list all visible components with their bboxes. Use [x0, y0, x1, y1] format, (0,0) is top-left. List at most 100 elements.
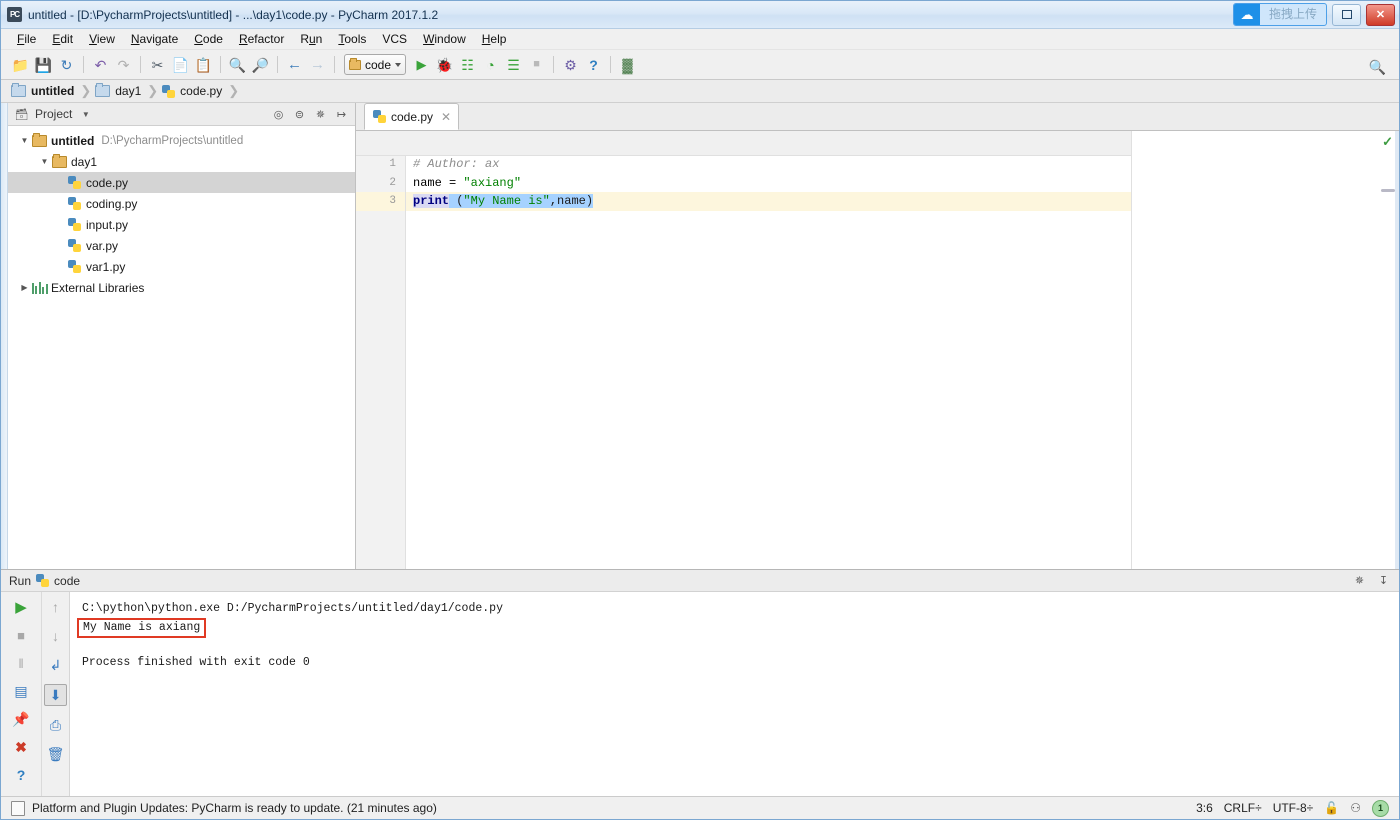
settings-icon[interactable]: ▓ — [616, 53, 639, 76]
tree-node-input-py[interactable]: input.py — [8, 214, 355, 235]
restore-icon — [1341, 10, 1352, 19]
sync-icon[interactable]: ↻ — [55, 53, 78, 76]
notification-count-badge[interactable]: 1 — [1372, 799, 1389, 817]
editor-scrollbar-thumb[interactable] — [1381, 189, 1395, 192]
run-config-label[interactable]: code — [54, 574, 80, 588]
tree-node-day1[interactable]: ▼ day1 — [8, 151, 355, 172]
close-button[interactable]: ✖ — [11, 737, 32, 757]
scroll-to-end-button[interactable]: ⬇ — [44, 684, 67, 706]
coverage-icon[interactable]: ☷ — [456, 53, 479, 76]
drag-upload-widget[interactable]: ☁ 拖拽上传 — [1232, 3, 1327, 26]
debug-icon[interactable]: 🐞 — [433, 53, 456, 76]
menu-navigate[interactable]: Navigate — [123, 30, 186, 48]
undo-icon[interactable]: ↶ — [89, 53, 112, 76]
project-tree[interactable]: ▼ untitled D:\PycharmProjects\untitled ▼… — [8, 126, 355, 569]
profile-icon[interactable]: ◔ — [479, 53, 502, 76]
tree-node-code-py[interactable]: code.py — [8, 172, 355, 193]
print-button[interactable]: ⎙ — [45, 715, 66, 735]
scroll-up-button[interactable]: ↑ — [45, 597, 66, 617]
tree-node-external-libraries[interactable]: ▶ External Libraries — [8, 277, 355, 298]
toolbar-separator — [83, 56, 84, 73]
twisty-icon[interactable]: ▼ — [38, 157, 51, 166]
collapse-all-icon[interactable]: ⊜ — [292, 107, 307, 122]
menu-tools[interactable]: Tools — [330, 30, 374, 48]
restore-window-button[interactable] — [1332, 3, 1361, 26]
breadcrumb-item-day1[interactable]: day1 — [95, 83, 147, 98]
menu-refactor[interactable]: Refactor — [231, 30, 292, 48]
hide-panel-icon[interactable]: ↧ — [1376, 573, 1391, 588]
rerun-button[interactable]: ▶ — [11, 597, 32, 617]
menu-window[interactable]: Window — [415, 30, 474, 48]
stop-icon[interactable]: ■ — [525, 53, 548, 76]
tab-code-py[interactable]: code.py ✕ — [364, 103, 460, 130]
help-icon[interactable]: ? — [582, 53, 605, 76]
toolbar-separator — [553, 56, 555, 73]
pycharm-app-icon: PC — [7, 7, 22, 22]
run-configuration-selector[interactable]: code — [344, 54, 407, 75]
settings-gear-icon[interactable]: ✵ — [1352, 573, 1367, 588]
paste-icon[interactable]: 📋 — [192, 53, 215, 76]
tree-node-var-py[interactable]: var.py — [8, 235, 355, 256]
breadcrumb: untitled ❯ day1 ❯ code.py ❯ — [1, 80, 1399, 103]
twisty-icon[interactable]: ▼ — [18, 136, 31, 145]
string-token: "axiang" — [463, 175, 522, 190]
navigate-forward-icon[interactable]: → — [306, 53, 329, 76]
save-all-icon[interactable]: 💾 — [32, 53, 55, 76]
tab-label: code.py — [391, 109, 434, 124]
tree-node-var1-py[interactable]: var1.py — [8, 256, 355, 277]
scroll-from-source-icon[interactable]: ◎ — [271, 107, 286, 122]
rerun-icon[interactable]: ☰ — [502, 53, 525, 76]
soft-wrap-button[interactable]: ↲ — [45, 655, 66, 675]
search-everywhere-icon[interactable]: 🔍 — [1366, 55, 1389, 78]
menu-run[interactable]: Run — [292, 30, 330, 48]
console-command-line: C:\python\python.exe D:/PycharmProjects/… — [82, 602, 503, 615]
breadcrumb-item-untitled[interactable]: untitled — [11, 83, 80, 98]
breadcrumb-item-codepy[interactable]: code.py — [162, 84, 228, 98]
tree-node-coding-py[interactable]: coding.py — [8, 193, 355, 214]
run-tab-label[interactable]: Run — [9, 574, 31, 588]
run-icon[interactable]: ▶ — [410, 53, 433, 76]
console-output-line-wrap: My Name is axiang — [77, 618, 1399, 638]
close-window-button[interactable]: ✕ — [1366, 3, 1395, 26]
scroll-down-button[interactable]: ↓ — [45, 626, 66, 646]
toolbar-separator — [140, 56, 141, 73]
code-text-area[interactable]: # Author: ax name = "axiang" print ("My … — [406, 131, 1131, 569]
encoding[interactable]: UTF-8÷ — [1273, 801, 1314, 815]
menu-code[interactable]: Code — [186, 30, 231, 48]
help-button[interactable]: ? — [11, 765, 32, 785]
pin-tab-button[interactable]: 📌 — [11, 709, 32, 729]
find-icon[interactable]: 🔍 — [226, 53, 249, 76]
run-tool-window-header: Run code ✵ ↧ — [1, 570, 1399, 592]
cut-icon[interactable]: ✂ — [146, 53, 169, 76]
console-output[interactable]: C:\python\python.exe D:/PycharmProjects/… — [69, 592, 1399, 796]
line-separator[interactable]: CRLF÷ — [1224, 801, 1262, 815]
open-icon[interactable]: 📁 — [9, 53, 32, 76]
inspector-icon[interactable]: ⚇ — [1350, 801, 1361, 815]
menu-vcs[interactable]: VCS — [374, 30, 415, 48]
tree-node-untitled[interactable]: ▼ untitled D:\PycharmProjects\untitled — [8, 130, 355, 151]
close-icon[interactable]: ✕ — [441, 110, 451, 124]
caret-position[interactable]: 3:6 — [1196, 801, 1213, 815]
stop-button[interactable]: ■ — [11, 625, 32, 645]
menu-help[interactable]: Help — [474, 30, 515, 48]
clear-all-button[interactable]: 🗑 — [45, 744, 66, 764]
pause-button[interactable]: ‖ — [11, 653, 32, 673]
update-project-icon[interactable]: ⚙ — [559, 53, 582, 76]
settings-gear-icon[interactable]: ✵ — [313, 107, 328, 122]
menu-view[interactable]: View — [81, 30, 123, 48]
navigate-back-icon[interactable]: ← — [283, 53, 306, 76]
lock-icon[interactable]: 🔓 — [1324, 801, 1339, 815]
twisty-icon[interactable]: ▶ — [18, 283, 31, 292]
menu-edit[interactable]: Edit — [44, 30, 81, 48]
tree-node-label: code.py — [86, 175, 129, 190]
menu-file[interactable]: File — [9, 30, 44, 48]
restore-layout-button[interactable]: ▤ — [11, 681, 32, 701]
replace-icon[interactable]: 🔎 — [249, 53, 272, 76]
redo-icon[interactable]: ↷ — [112, 53, 135, 76]
project-scope-dropdown-icon[interactable]: ▼ — [78, 107, 93, 122]
copy-icon[interactable]: 📄 — [169, 53, 192, 76]
status-message-area[interactable]: Platform and Plugin Updates: PyCharm is … — [11, 800, 437, 816]
hide-panel-icon[interactable]: ↦ — [334, 107, 349, 122]
inspection-ok-check-icon[interactable]: ✓ — [1382, 134, 1393, 150]
window-controls: ☁ 拖拽上传 ✕ — [1232, 3, 1395, 26]
